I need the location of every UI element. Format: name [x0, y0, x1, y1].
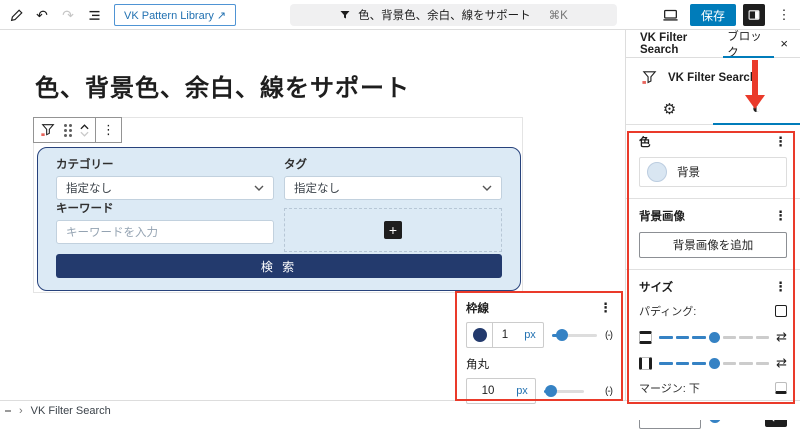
block-toolbar-options-group: ⋮	[96, 118, 121, 142]
command-shortcut: ⌘K	[549, 8, 568, 22]
vk-filter-search-block-icon[interactable]	[40, 122, 56, 138]
slider-thumb[interactable]	[709, 332, 720, 343]
padding-horizontal-icon	[639, 357, 652, 370]
color-panel: 色 ⋮ 背景	[626, 125, 800, 199]
vk-filter-search-block[interactable]: カテゴリー タグ 指定なし 指定なし キーワード キーワードを入力 + 検 索	[37, 147, 521, 291]
category-select[interactable]: 指定なし	[56, 176, 274, 200]
padding-label: パディング:	[639, 303, 696, 319]
border-radius-value[interactable]: 10	[467, 385, 509, 397]
breadcrumb-bar: › VK Filter Search	[0, 400, 800, 420]
search-submit-button[interactable]: 検 索	[56, 254, 502, 278]
breadcrumb-block-name[interactable]: VK Filter Search	[31, 405, 111, 417]
sidebar-title[interactable]: VK Filter Search	[626, 32, 723, 56]
border-panel-title: 枠線	[466, 300, 489, 316]
block-inspector-tabs: ⚙ ◐	[626, 93, 800, 125]
close-sidebar-icon[interactable]: ×	[774, 36, 800, 51]
chevron-down-icon	[254, 185, 264, 191]
border-width-unit[interactable]: px	[517, 323, 543, 347]
border-settings-panel: 枠線 ⋮ 1 px (-) 角丸 10 px (-)	[457, 293, 621, 400]
margin-bottom-label: マージン: 下	[639, 380, 700, 396]
undo-icon[interactable]: ↶	[30, 3, 54, 27]
topbar-options-kebab-icon[interactable]: ⋮	[772, 3, 796, 27]
tab-styles-icon[interactable]: ◐	[713, 93, 800, 124]
editor-canvas: 色、背景色、余白、線をサポート ⋮ カテゴリー タグ 指定なし 指定なし	[0, 30, 625, 400]
list-view-icon[interactable]	[82, 3, 106, 27]
sidebar-toggle-button[interactable]	[743, 4, 765, 26]
border-radius-unit[interactable]: px	[509, 385, 535, 397]
sidebar-panel-icon	[747, 8, 761, 22]
tag-select[interactable]: 指定なし	[284, 176, 502, 200]
block-appender-zone: +	[284, 208, 502, 252]
settings-sidebar: VK Filter Search ブロック × VK Filter Search…	[625, 30, 800, 400]
block-toolbar: ⋮	[33, 117, 122, 143]
custom-size-toggle-icon[interactable]: ⇄	[776, 355, 787, 371]
unlink-sides-icon[interactable]: (-)	[605, 330, 612, 341]
block-toolbar-main-group	[34, 118, 95, 142]
chevron-down-icon	[482, 185, 492, 191]
color-panel-title: 色	[639, 134, 651, 150]
vk-filter-search-block-icon	[641, 69, 658, 86]
preview-device-icon[interactable]	[659, 3, 683, 27]
breadcrumb-separator: ›	[19, 405, 23, 417]
tab-block[interactable]: ブロック	[723, 30, 774, 57]
block-options-kebab-icon[interactable]: ⋮	[102, 122, 115, 138]
filter-funnel-icon	[339, 9, 351, 21]
tag-label: タグ	[284, 156, 502, 176]
save-button[interactable]: 保存	[690, 4, 736, 26]
move-up-icon[interactable]	[80, 124, 89, 130]
padding-horizontal-row: ⇄	[639, 355, 787, 371]
border-panel-kebab-icon[interactable]: ⋮	[599, 300, 612, 316]
size-panel-kebab-icon[interactable]: ⋮	[774, 279, 787, 295]
padding-vertical-slider[interactable]	[659, 332, 769, 343]
border-radius-control[interactable]: 10 px	[466, 378, 536, 404]
page-title[interactable]: 色、背景色、余白、線をサポート	[35, 68, 410, 103]
breadcrumb-root-mark	[5, 410, 11, 412]
color-panel-kebab-icon[interactable]: ⋮	[774, 134, 787, 150]
size-panel-title: サイズ	[639, 279, 673, 295]
keyword-label: キーワード	[56, 200, 274, 220]
border-color-swatch[interactable]	[467, 323, 493, 347]
selected-block-card: VK Filter Search	[626, 58, 800, 93]
padding-horizontal-slider[interactable]	[659, 358, 769, 369]
category-label: カテゴリー	[56, 156, 274, 176]
padding-options-icon[interactable]	[775, 305, 787, 317]
border-radius-slider[interactable]	[544, 390, 584, 393]
background-image-kebab-icon[interactable]: ⋮	[774, 208, 787, 224]
sidebar-header: VK Filter Search ブロック ×	[626, 30, 800, 58]
add-background-image-button[interactable]: 背景画像を追加	[639, 232, 787, 258]
drag-handle-icon[interactable]	[64, 124, 72, 137]
background-image-panel: 背景画像 ⋮ 背景画像を追加	[626, 199, 800, 270]
command-search-bar[interactable]: 色、背景色、余白、線をサポート ⌘K	[290, 4, 617, 26]
margin-bottom-icon[interactable]	[775, 382, 787, 394]
tag-select-value: 指定なし	[294, 180, 340, 196]
border-width-value[interactable]: 1	[493, 323, 517, 347]
redo-icon[interactable]: ↷	[56, 3, 80, 27]
selected-block-name: VK Filter Search	[668, 72, 757, 84]
add-block-button[interactable]: +	[384, 221, 402, 239]
topbar-right-tools: 保存 ⋮	[659, 0, 796, 30]
border-width-control[interactable]: 1 px	[466, 322, 544, 348]
topbar-left-tools: ↶ ↷ VK Pattern Library ↗	[4, 0, 236, 30]
keyword-input[interactable]: キーワードを入力	[56, 220, 274, 244]
tab-settings-gear-icon[interactable]: ⚙	[626, 93, 713, 124]
background-color-label: 背景	[677, 164, 700, 180]
edit-pencil-icon[interactable]	[4, 3, 28, 27]
padding-vertical-row: ⇄	[639, 329, 787, 345]
keyword-placeholder: キーワードを入力	[66, 224, 158, 240]
block-mover	[80, 124, 89, 137]
editor-topbar: ↶ ↷ VK Pattern Library ↗ 色、背景色、余白、線をサポート…	[0, 0, 800, 30]
command-bar-text: 色、背景色、余白、線をサポート	[358, 7, 531, 23]
padding-vertical-icon	[639, 331, 652, 344]
border-width-slider[interactable]	[552, 334, 597, 337]
custom-size-toggle-icon[interactable]: ⇄	[776, 329, 787, 345]
category-select-value: 指定なし	[66, 180, 112, 196]
move-down-icon[interactable]	[80, 131, 89, 137]
border-radius-label: 角丸	[466, 356, 612, 372]
slider-thumb[interactable]	[709, 358, 720, 369]
unlink-corners-icon[interactable]: (-)	[605, 386, 612, 397]
background-color-row[interactable]: 背景	[639, 157, 787, 187]
background-color-swatch	[647, 162, 667, 182]
vk-pattern-library-button[interactable]: VK Pattern Library ↗	[114, 4, 236, 26]
background-image-title: 背景画像	[639, 208, 685, 224]
